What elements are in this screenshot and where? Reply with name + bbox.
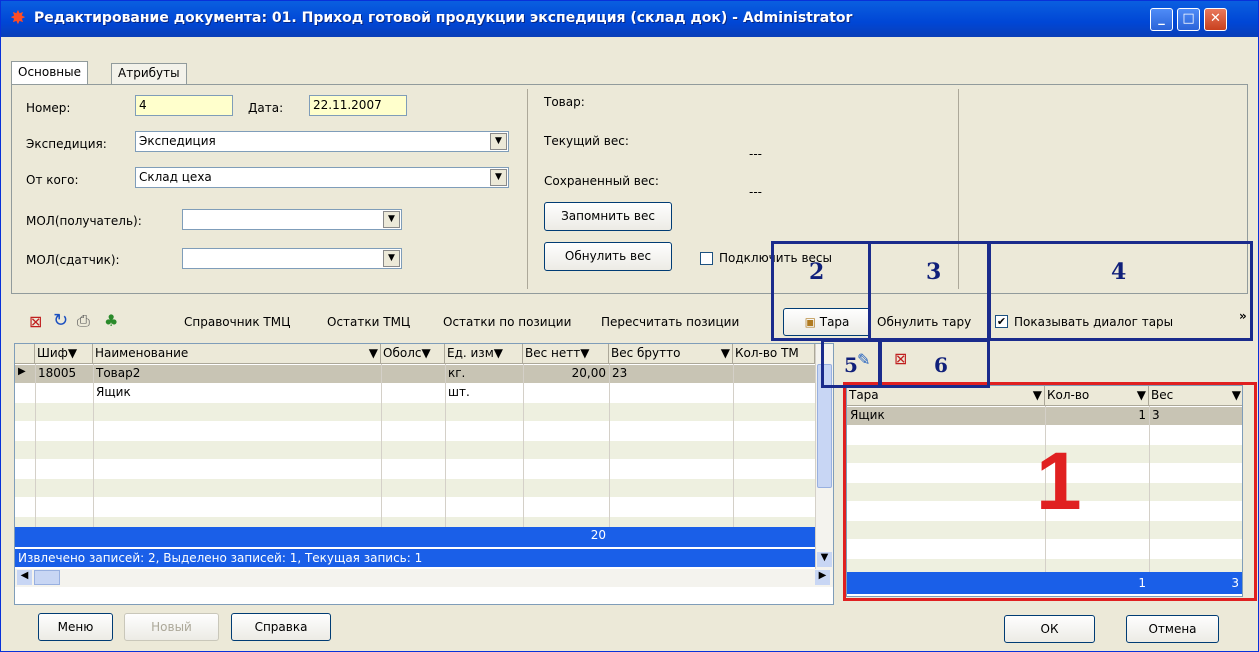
- table-row: [15, 479, 815, 497]
- column-header[interactable]: Наименование ▼: [93, 344, 381, 364]
- date-input[interactable]: 22.11.2007: [309, 95, 407, 116]
- number-label: Номер:: [26, 101, 71, 115]
- current-weight-label: Текущий вес:: [544, 134, 629, 148]
- annotation-number-5: 5: [844, 353, 858, 377]
- minimize-button[interactable]: _: [1150, 8, 1173, 31]
- saved-weight-label: Сохраненный вес:: [544, 174, 659, 188]
- remember-weight-button[interactable]: Запомнить вес: [544, 202, 672, 231]
- annotation-number-2: 2: [809, 259, 825, 285]
- unit-cell: кг.: [448, 366, 466, 380]
- position-stock-button[interactable]: Остатки по позиции: [443, 315, 571, 329]
- from-label: От кого:: [26, 173, 79, 187]
- goods-label: Товар:: [544, 95, 585, 109]
- saved-weight-value: ---: [749, 185, 762, 199]
- recalc-positions-button[interactable]: Пересчитать позиции: [601, 315, 739, 329]
- close-icon: ✕: [1210, 11, 1221, 26]
- scroll-thumb[interactable]: [34, 570, 60, 585]
- date-label: Дата:: [248, 101, 284, 115]
- close-button[interactable]: ✕: [1204, 8, 1227, 31]
- cancel-button[interactable]: Отмена: [1126, 615, 1219, 643]
- printer-icon[interactable]: ⎙: [77, 311, 90, 331]
- table-row[interactable]: Ящик шт.: [15, 384, 815, 402]
- mol-sender-label: МОЛ(сдатчик):: [26, 253, 120, 267]
- annotation-box-3: [868, 241, 990, 341]
- expedition-select[interactable]: Экспедиция ▼: [135, 131, 509, 152]
- chevron-down-icon[interactable]: ▼: [383, 211, 400, 228]
- mol-receiver-select[interactable]: ▼: [182, 209, 402, 230]
- number-input[interactable]: 4: [135, 95, 233, 116]
- column-header[interactable]: Оболс▼: [381, 344, 445, 364]
- stock-button[interactable]: Остатки ТМЦ: [327, 315, 410, 329]
- divider: [527, 89, 528, 289]
- grid-header: Шиф▼ Наименование ▼ Оболс▼ Ед. изм▼ Вес н…: [15, 344, 833, 364]
- unit-cell: шт.: [448, 385, 470, 399]
- column-header[interactable]: Шиф▼: [35, 344, 93, 364]
- table-row[interactable]: ▶ 18005 Товар2 кг. 20,00 23: [15, 365, 815, 383]
- connect-scales-checkbox[interactable]: [700, 252, 713, 265]
- records-status: Извлечено записей: 2, Выделено записей: …: [15, 549, 815, 567]
- star-burst-icon: ✸: [10, 7, 26, 29]
- tab-attributes[interactable]: Атрибуты: [111, 63, 187, 84]
- mol-sender-select[interactable]: ▼: [182, 248, 402, 269]
- document-edit-window: ✸ Редактирование документа: 01. Приход г…: [0, 0, 1259, 652]
- maximize-button[interactable]: □: [1177, 8, 1200, 31]
- horizontal-scrollbar[interactable]: ◀ ▶: [15, 569, 833, 587]
- tab-main[interactable]: Основные: [11, 61, 89, 85]
- from-value: Склад цеха: [139, 170, 212, 184]
- row-indicator-header: [15, 344, 35, 364]
- reset-weight-button[interactable]: Обнулить вес: [544, 242, 672, 271]
- table-row: [15, 422, 815, 440]
- column-header[interactable]: Ед. изм▼: [445, 344, 523, 364]
- net-cell: 20,00: [571, 366, 606, 380]
- table-row: [15, 403, 815, 421]
- name-cell: Товар2: [96, 366, 141, 380]
- positions-grid[interactable]: Шиф▼ Наименование ▼ Оболс▼ Ед. изм▼ Вес н…: [14, 343, 834, 605]
- annotation-number-1: 1: [1036, 436, 1082, 527]
- table-row: [15, 498, 815, 516]
- refresh-icon[interactable]: ↻: [53, 310, 68, 331]
- chevron-down-icon[interactable]: ▼: [490, 169, 507, 186]
- import-icon[interactable]: ♣: [104, 311, 118, 330]
- scroll-left-icon[interactable]: ◀: [17, 570, 32, 585]
- new-button[interactable]: Новый: [124, 613, 219, 641]
- annotation-number-6: 6: [934, 353, 948, 377]
- scroll-down-icon[interactable]: ▼: [817, 552, 832, 567]
- column-header[interactable]: Кол-во ТМ: [733, 344, 815, 364]
- table-row: [15, 441, 815, 459]
- window-title: Редактирование документа: 01. Приход гот…: [34, 10, 853, 26]
- menu-button[interactable]: Меню: [38, 613, 113, 641]
- annotation-number-4: 4: [1111, 259, 1127, 285]
- name-cell: Ящик: [96, 385, 131, 399]
- scroll-right-icon[interactable]: ▶: [815, 570, 830, 585]
- help-button[interactable]: Справка: [231, 613, 331, 641]
- maximize-icon: □: [1182, 11, 1195, 26]
- totals-row: 20: [15, 527, 815, 547]
- column-header[interactable]: Вес нетт▼: [523, 344, 609, 364]
- table-row: [15, 460, 815, 478]
- chevron-down-icon[interactable]: ▼: [383, 250, 400, 267]
- annotation-box-4: [988, 241, 1253, 341]
- catalog-button[interactable]: Справочник ТМЦ: [184, 315, 290, 329]
- total-net-cell: 20: [590, 528, 606, 542]
- current-row-icon: ▶: [18, 366, 26, 377]
- ok-button[interactable]: ОК: [1004, 615, 1095, 643]
- annotation-number-3: 3: [926, 259, 942, 285]
- gross-cell: 23: [612, 366, 628, 380]
- title-bar[interactable]: ✸ Редактирование документа: 01. Приход г…: [1, 1, 1258, 37]
- annotation-box-2: [771, 241, 871, 341]
- chevron-down-icon[interactable]: ▼: [490, 133, 507, 150]
- code-cell: 18005: [38, 366, 77, 380]
- from-select[interactable]: Склад цеха ▼: [135, 167, 509, 188]
- expedition-label: Экспедиция:: [26, 137, 107, 151]
- delete-icon[interactable]: ⊠: [29, 312, 42, 331]
- current-weight-value: ---: [749, 147, 762, 161]
- expedition-value: Экспедиция: [139, 134, 216, 148]
- minimize-icon: _: [1158, 11, 1165, 26]
- column-header[interactable]: Вес брутто ▼: [609, 344, 733, 364]
- mol-receiver-label: МОЛ(получатель):: [26, 214, 142, 228]
